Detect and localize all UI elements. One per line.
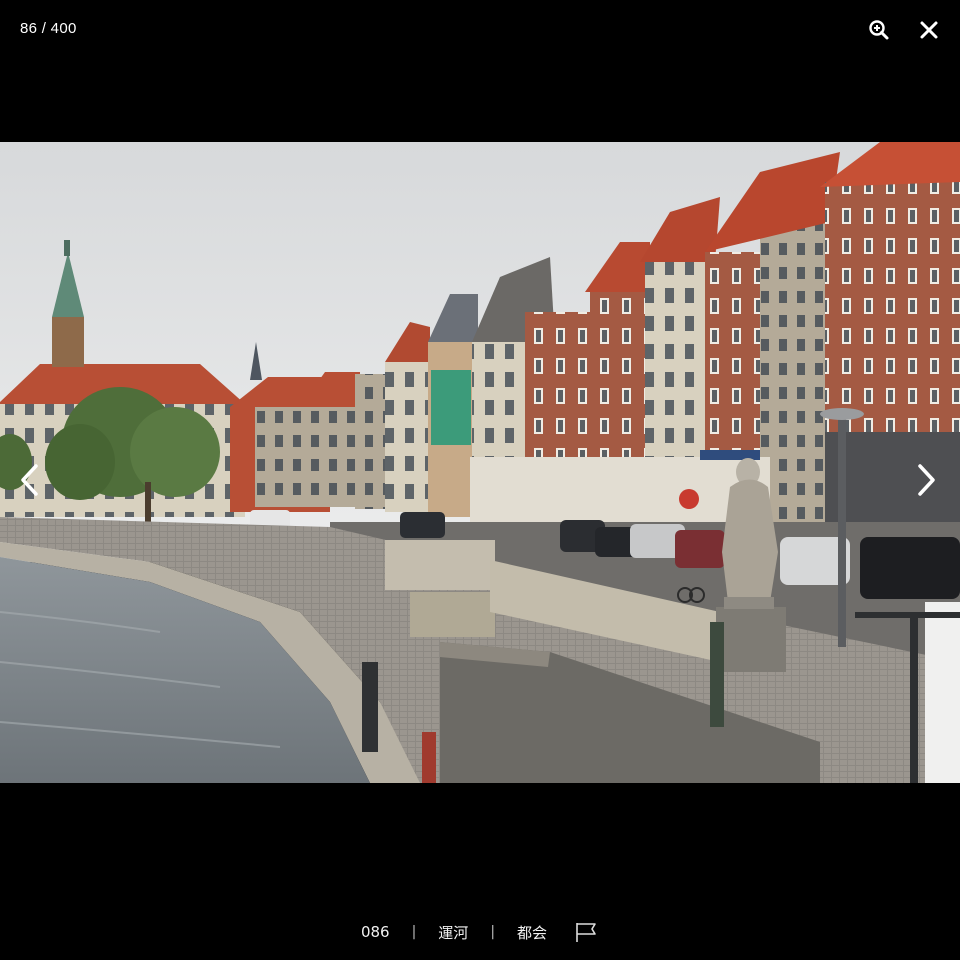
previous-image-button[interactable]	[14, 458, 44, 502]
next-image-button[interactable]	[912, 458, 942, 502]
zoom-button[interactable]	[868, 19, 890, 41]
tag-canal[interactable]: 運河	[438, 922, 468, 943]
report-button[interactable]	[573, 920, 599, 944]
zoom-in-icon	[869, 20, 889, 40]
viewer-top-bar: 86 / 400	[0, 0, 960, 60]
tag-city[interactable]: 都会	[517, 922, 547, 943]
chevron-right-icon	[918, 464, 935, 496]
canal-street-photo	[0, 142, 960, 783]
flag-icon	[576, 923, 596, 942]
image-caption-bar: 086 | 運河 | 都会	[0, 918, 960, 946]
image-counter: 86 / 400	[20, 20, 77, 37]
chevron-left-icon	[21, 464, 38, 496]
close-button[interactable]	[918, 19, 940, 41]
caption-separator: |	[411, 924, 417, 940]
caption-separator: |	[490, 924, 496, 940]
image-number: 086	[360, 923, 390, 941]
close-icon	[920, 21, 938, 39]
